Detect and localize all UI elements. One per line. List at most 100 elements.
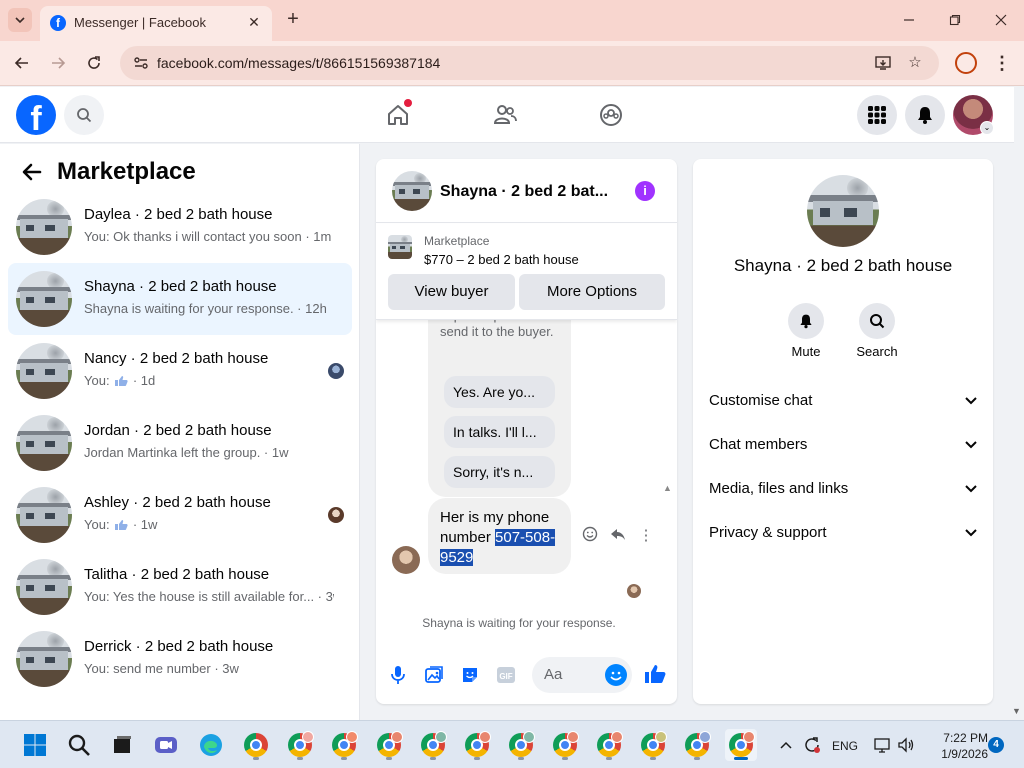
search-label: Search (856, 344, 898, 359)
chat-title[interactable]: Shayna · 2 bed 2 bat... (440, 183, 615, 201)
bookmark-star-icon[interactable]: ☆ (906, 54, 924, 72)
message-more-button[interactable]: ⋮ (636, 526, 656, 546)
notifications-button[interactable] (905, 95, 945, 135)
search-action[interactable]: Search (847, 303, 907, 359)
conversation-item-active[interactable]: Shayna · 2 bed 2 bath house Shayna is wa… (8, 263, 352, 335)
site-settings-icon[interactable] (132, 54, 150, 72)
page-scrollbar[interactable] (1014, 87, 1024, 720)
more-options-button[interactable]: More Options (519, 274, 665, 310)
taskbar-search-button[interactable] (63, 729, 95, 761)
conversation-item[interactable]: Nancy · 2 bed 2 bath house You: · 1d (8, 335, 352, 407)
menu-button[interactable] (857, 95, 897, 135)
info-icon[interactable]: i (635, 181, 655, 201)
quick-reply-button[interactable]: Sorry, it's n... (444, 456, 555, 488)
system-clock[interactable]: 7:22 PM 1/9/2026 (928, 730, 988, 762)
chat-listing-thumbnail[interactable] (392, 171, 432, 211)
start-button[interactable] (19, 729, 51, 761)
tab-search-button[interactable] (8, 8, 32, 32)
react-button[interactable] (580, 526, 600, 546)
teams-meet-button[interactable] (150, 729, 182, 761)
notification-count-badge[interactable]: 4 (988, 737, 1004, 753)
tab-close-button[interactable]: ✕ (244, 12, 264, 32)
network-status-button[interactable] (870, 729, 894, 761)
notification-dot (404, 99, 412, 107)
browser-menu-button[interactable]: ⋮ (990, 50, 1014, 76)
chrome-profile-taskbar-button[interactable] (284, 729, 316, 761)
install-app-icon[interactable] (874, 54, 892, 72)
sender-avatar[interactable] (392, 546, 420, 574)
message-list[interactable]: Tap a response to send it to the buyer. … (376, 320, 677, 640)
chrome-profile-taskbar-button[interactable] (637, 729, 669, 761)
volume-button[interactable] (894, 729, 918, 761)
sync-status-button[interactable] (800, 729, 824, 761)
browser-titlebar: f Messenger | Facebook ✕ + (0, 0, 1024, 41)
voice-clip-button[interactable] (388, 665, 408, 685)
new-tab-button[interactable]: + (282, 8, 304, 30)
chrome-profile-taskbar-button[interactable] (593, 729, 625, 761)
chevron-down-icon (963, 387, 979, 415)
reply-button[interactable] (608, 526, 628, 546)
chrome-profile-taskbar-button[interactable] (505, 729, 537, 761)
chevron-down-icon[interactable]: ⌄ (980, 121, 994, 135)
chrome-active-taskbar-button[interactable] (725, 729, 757, 761)
mute-action[interactable]: Mute (776, 303, 836, 359)
scroll-up-arrow-icon[interactable]: ▲ (663, 483, 672, 493)
groups-nav-button[interactable] (595, 99, 627, 131)
reload-button[interactable] (82, 51, 106, 75)
chrome-profile-taskbar-button[interactable] (549, 729, 581, 761)
chrome-profile-taskbar-button[interactable] (373, 729, 405, 761)
facebook-logo-icon[interactable]: f (16, 95, 56, 135)
task-view-button[interactable] (106, 729, 138, 761)
section-customise-chat[interactable]: Customise chat (709, 387, 979, 415)
show-hidden-icons-button[interactable] (774, 729, 798, 761)
chrome-profile-taskbar-button[interactable] (328, 729, 360, 761)
home-nav-button[interactable] (382, 99, 414, 131)
address-bar[interactable]: facebook.com/messages/t/866151569387184 … (120, 46, 939, 80)
section-media-files-links[interactable]: Media, files and links (709, 475, 979, 503)
page-scroll-down-icon[interactable]: ▼ (1012, 706, 1021, 716)
conversation-name: Talitha · 2 bed 2 bath house (84, 566, 270, 583)
input-language[interactable]: ENG (832, 739, 858, 753)
gif-icon: GIF (497, 667, 515, 683)
conversation-item[interactable]: Daylea · 2 bed 2 bath house You: Ok than… (8, 191, 352, 263)
back-button[interactable] (10, 51, 34, 75)
sticker-button[interactable] (460, 665, 480, 685)
close-window-button[interactable] (984, 6, 1018, 34)
send-like-button[interactable] (644, 663, 666, 685)
back-arrow-button[interactable] (20, 160, 44, 184)
mute-button[interactable] (788, 303, 824, 339)
section-privacy-support[interactable]: Privacy & support (709, 519, 979, 547)
chrome-profile-taskbar-button[interactable] (461, 729, 493, 761)
edge-browser-button[interactable] (195, 729, 227, 761)
conversation-item[interactable]: Derrick · 2 bed 2 bath house You: send m… (8, 623, 352, 695)
chrome-taskbar-button[interactable] (240, 729, 272, 761)
seen-indicator-avatar (627, 584, 641, 598)
friends-nav-button[interactable] (489, 99, 521, 131)
facebook-search-button[interactable] (64, 95, 104, 135)
conversation-item[interactable]: Talitha · 2 bed 2 bath house You: Yes th… (8, 551, 352, 623)
message-bubble[interactable]: Her is my phone number 507-508-9529 (428, 498, 571, 574)
quick-reply-button[interactable]: In talks. I'll l... (444, 416, 555, 448)
minimize-button[interactable] (892, 6, 926, 34)
conversation-item[interactable]: Ashley · 2 bed 2 bath house You: · 1w (8, 479, 352, 551)
browser-tab-messenger[interactable]: f Messenger | Facebook ✕ (40, 6, 272, 41)
info-listing-photo[interactable] (807, 175, 879, 247)
search-in-chat-button[interactable] (859, 303, 895, 339)
forward-button[interactable] (46, 51, 70, 75)
view-buyer-button[interactable]: View buyer (388, 274, 515, 310)
section-chat-members[interactable]: Chat members (709, 431, 979, 459)
quick-reply-button[interactable]: Yes. Are yo... (444, 376, 555, 408)
emoji-icon[interactable] (605, 664, 627, 686)
profile-badge-icon (699, 731, 711, 743)
conversation-item[interactable]: Jordan · 2 bed 2 bath house Jordan Marti… (8, 407, 352, 479)
listing-source: Marketplace (424, 234, 490, 248)
browser-profile-icon[interactable] (955, 52, 977, 74)
message-input[interactable]: Aa (532, 657, 632, 693)
attach-photo-button[interactable] (424, 665, 444, 685)
svg-text:GIF: GIF (499, 672, 512, 681)
chrome-profile-taskbar-button[interactable] (681, 729, 713, 761)
gif-button[interactable]: GIF (496, 665, 516, 685)
chrome-profile-taskbar-button[interactable] (417, 729, 449, 761)
restore-button[interactable] (938, 6, 972, 34)
listing-price-title[interactable]: $770 – 2 bed 2 bath house (424, 252, 579, 267)
